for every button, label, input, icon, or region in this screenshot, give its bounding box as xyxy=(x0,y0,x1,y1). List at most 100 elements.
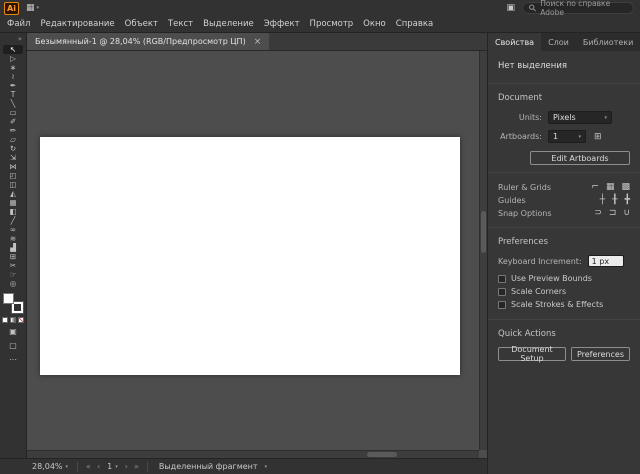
checkbox-label: Scale Strokes & Effects xyxy=(511,300,603,309)
units-dropdown[interactable]: Pixels ▾ xyxy=(548,111,612,124)
magic-wand-tool[interactable]: ∗ xyxy=(4,63,22,72)
snap-to-grid-icon[interactable]: ⊃ xyxy=(594,208,602,218)
mesh-tool[interactable]: ▦ xyxy=(4,198,22,207)
canvas[interactable] xyxy=(27,51,487,458)
smart-guides-icon[interactable]: ╋ xyxy=(625,195,630,205)
panel-tab-libraries[interactable]: Библиотеки xyxy=(576,33,640,51)
menu-file[interactable]: Файл xyxy=(2,19,35,29)
chevron-down-icon: ▾ xyxy=(578,134,581,140)
zoom-tool[interactable]: ◎ xyxy=(4,279,22,288)
rectangle-tool[interactable]: ▭ xyxy=(4,108,22,117)
eraser-tool[interactable]: ▱ xyxy=(4,135,22,144)
selection-tool[interactable]: ↖ xyxy=(3,45,23,54)
snap-to-pixel-icon[interactable]: ∪ xyxy=(623,208,630,218)
menu-view[interactable]: Просмотр xyxy=(305,19,359,29)
workspace-switcher[interactable]: ▦ ▾ xyxy=(26,3,39,13)
panel-tab-properties[interactable]: Свойства xyxy=(488,33,541,51)
column-graph-tool[interactable]: ▟ xyxy=(4,243,22,252)
width-tool[interactable]: ⋈ xyxy=(4,162,22,171)
pencil-tool[interactable]: ✏ xyxy=(4,126,22,135)
menu-window[interactable]: Окно xyxy=(358,19,391,29)
artboards-label: Artboards: xyxy=(498,132,542,141)
eyedropper-tool[interactable]: ╱ xyxy=(4,216,22,225)
slice-tool[interactable]: ✂ xyxy=(4,261,22,270)
fill-stroke-control[interactable] xyxy=(3,293,23,313)
checkbox-box[interactable] xyxy=(498,301,506,309)
artboard-number-dropdown[interactable]: 1 ▾ xyxy=(105,462,120,471)
ruler-grids-row: Ruler & Grids ⌐ ▦ ▩ xyxy=(498,182,630,192)
vertical-scrollbar-thumb[interactable] xyxy=(481,211,486,253)
panel-tabs: СвойстваСлоиБиблиотеки xyxy=(488,33,640,51)
scale-corners-checkbox[interactable]: Scale Corners xyxy=(498,287,630,296)
fill-color-swatch[interactable] xyxy=(3,293,14,304)
show-guides-icon[interactable]: ┼ xyxy=(600,195,605,205)
last-artboard-button[interactable]: » xyxy=(133,462,140,471)
next-artboard-button[interactable]: › xyxy=(124,462,129,471)
collapse-toolbar-button[interactable]: » xyxy=(18,34,26,45)
artboards-dropdown[interactable]: 1 ▾ xyxy=(548,130,586,143)
lock-guides-icon[interactable]: ╂ xyxy=(612,195,617,205)
gradient-button[interactable] xyxy=(10,317,16,323)
transparency-grid-icon[interactable]: ▩ xyxy=(621,182,630,192)
rotate-tool[interactable]: ↻ xyxy=(4,144,22,153)
line-segment-tool[interactable]: ╲ xyxy=(4,99,22,108)
menu-type[interactable]: Текст xyxy=(163,19,198,29)
snap-options-buttons: ⊃ ⊐ ∪ xyxy=(594,208,630,218)
ruler-grids-label: Ruler & Grids xyxy=(498,183,551,192)
direct-selection-tool[interactable]: ▷ xyxy=(4,54,22,63)
keyboard-increment-input[interactable]: 1 px xyxy=(588,255,624,267)
menu-edit[interactable]: Редактирование xyxy=(35,19,119,29)
divider xyxy=(488,172,640,173)
document-setup-button[interactable]: Document Setup xyxy=(498,347,566,361)
perspective-grid-tool[interactable]: ◭ xyxy=(4,189,22,198)
scale-strokes-effects-checkbox[interactable]: Scale Strokes & Effects xyxy=(498,300,630,309)
chevron-down-icon: ▾ xyxy=(37,5,40,11)
menu-help[interactable]: Справка xyxy=(391,19,438,29)
type-tool[interactable]: T xyxy=(4,90,22,99)
checkbox-label: Scale Corners xyxy=(511,287,566,296)
blend-tool[interactable]: ∞ xyxy=(4,225,22,234)
preferences-button[interactable]: Preferences xyxy=(571,347,630,361)
free-transform-tool[interactable]: ◰ xyxy=(4,171,22,180)
none-button[interactable] xyxy=(18,317,24,323)
close-tab-icon[interactable]: × xyxy=(254,37,262,47)
artboard-tool[interactable]: ⊞ xyxy=(4,252,22,261)
edit-toolbar-button[interactable]: ⋯ xyxy=(4,353,22,365)
color-button[interactable] xyxy=(2,317,8,323)
use-preview-bounds-checkbox[interactable]: Use Preview Bounds xyxy=(498,274,630,283)
help-search-input[interactable]: Поиск по справке Adobe xyxy=(522,2,634,14)
scale-tool[interactable]: ⇲ xyxy=(4,153,22,162)
prev-artboard-button[interactable]: ‹ xyxy=(96,462,101,471)
snap-to-point-icon[interactable]: ⊐ xyxy=(609,208,617,218)
panel-tab-layers[interactable]: Слои xyxy=(541,33,576,51)
hand-tool[interactable]: ☞ xyxy=(4,270,22,279)
grid-icon: ▦ xyxy=(26,3,35,13)
symbol-sprayer-tool[interactable]: ≋ xyxy=(4,234,22,243)
menu-select[interactable]: Выделение xyxy=(198,19,259,29)
layout-icon[interactable]: ▣ xyxy=(506,3,515,13)
screen-mode-button[interactable]: ▢ xyxy=(4,339,22,351)
edit-artboards-row: Edit Artboards xyxy=(498,151,630,165)
corner-ruler-icon[interactable]: ⌐ xyxy=(591,182,599,192)
drawing-mode-button[interactable]: ▣ xyxy=(4,325,22,337)
artboard-options-icon[interactable]: ⊞ xyxy=(594,132,602,142)
horizontal-scrollbar-thumb[interactable] xyxy=(367,452,397,457)
menu-object[interactable]: Объект xyxy=(120,19,163,29)
pen-tool[interactable]: ✒ xyxy=(4,81,22,90)
horizontal-scrollbar[interactable] xyxy=(27,450,479,458)
lasso-tool[interactable]: ≀ xyxy=(4,72,22,81)
paintbrush-tool[interactable]: ✐ xyxy=(4,117,22,126)
grid-icon[interactable]: ▦ xyxy=(606,182,615,192)
vertical-scrollbar[interactable] xyxy=(479,51,487,450)
search-placeholder: Поиск по справке Adobe xyxy=(540,0,627,17)
zoom-level-dropdown[interactable]: 28,04% ▾ xyxy=(30,462,70,471)
document-tab[interactable]: Безымянный-1 @ 28,04% (RGB/Предпросмотр … xyxy=(27,33,269,50)
checkbox-box[interactable] xyxy=(498,288,506,296)
status-display-dropdown[interactable]: Выделенный фрагмент xyxy=(159,462,258,471)
checkbox-box[interactable] xyxy=(498,275,506,283)
first-artboard-button[interactable]: « xyxy=(85,462,92,471)
shape-builder-tool[interactable]: ◫ xyxy=(4,180,22,189)
edit-artboards-button[interactable]: Edit Artboards xyxy=(530,151,630,165)
gradient-tool[interactable]: ◧ xyxy=(4,207,22,216)
menu-effect[interactable]: Эффект xyxy=(259,19,305,29)
